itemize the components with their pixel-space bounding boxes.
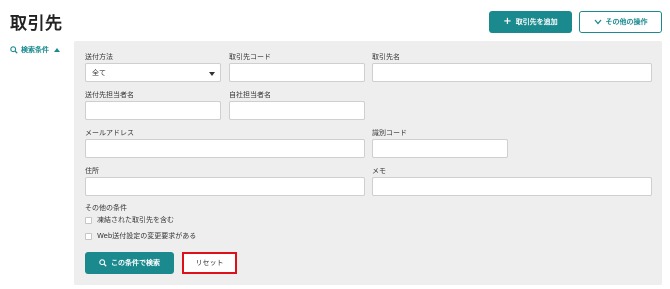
other-operations-label: その他の操作 — [605, 18, 648, 26]
send-method-label: 送付方法 — [85, 53, 113, 61]
plus-icon: + — [503, 16, 512, 27]
include-frozen-label: 凍結された取引先を含む — [97, 216, 174, 224]
chevron-down-icon — [594, 19, 601, 25]
partner-code-label: 取引先コード — [229, 53, 271, 61]
checkbox-box[interactable] — [85, 232, 92, 240]
partner-contact-label: 送付先担当者名 — [85, 91, 134, 99]
page-title: 取引先 — [10, 14, 63, 34]
other-operations-button[interactable]: その他の操作 — [579, 11, 662, 33]
send-method-value: 全て — [92, 68, 106, 77]
web-setting-change-label: Web送付設定の変更要求がある — [97, 232, 197, 240]
memo-input[interactable] — [372, 177, 652, 196]
own-contact-input[interactable] — [229, 101, 365, 120]
id-code-input[interactable] — [372, 139, 508, 158]
partner-name-input[interactable] — [372, 63, 652, 82]
address-label: 住所 — [85, 167, 99, 175]
search-icon — [99, 259, 107, 267]
own-contact-label: 自社担当者名 — [229, 91, 271, 99]
email-input[interactable] — [85, 139, 365, 158]
memo-label: メモ — [372, 167, 386, 175]
add-partner-button[interactable]: + 取引先を追加 — [489, 11, 572, 33]
id-code-label: 識別コード — [372, 129, 407, 137]
email-label: メールアドレス — [85, 129, 134, 137]
include-frozen-checkbox[interactable]: 凍結された取引先を含む — [85, 215, 174, 225]
partner-contact-input[interactable] — [85, 101, 221, 120]
partner-code-input[interactable] — [229, 63, 365, 82]
send-method-select[interactable]: 全て — [85, 63, 221, 82]
search-conditions-label: 検索条件 — [21, 46, 49, 54]
search-icon — [10, 46, 18, 54]
address-input[interactable] — [85, 177, 365, 196]
checkbox-box[interactable] — [85, 216, 92, 224]
caret-up-icon — [54, 48, 60, 52]
web-setting-change-checkbox[interactable]: Web送付設定の変更要求がある — [85, 231, 196, 241]
caret-down-icon — [209, 72, 215, 76]
search-button-label: この条件で検索 — [111, 259, 160, 267]
search-button[interactable]: この条件で検索 — [85, 252, 174, 274]
add-partner-label: 取引先を追加 — [515, 18, 558, 26]
reset-button[interactable]: リセット — [182, 252, 237, 274]
partner-name-label: 取引先名 — [372, 53, 400, 61]
other-conditions-label: その他の条件 — [85, 204, 127, 212]
search-conditions-toggle[interactable]: 検索条件 — [10, 45, 60, 55]
